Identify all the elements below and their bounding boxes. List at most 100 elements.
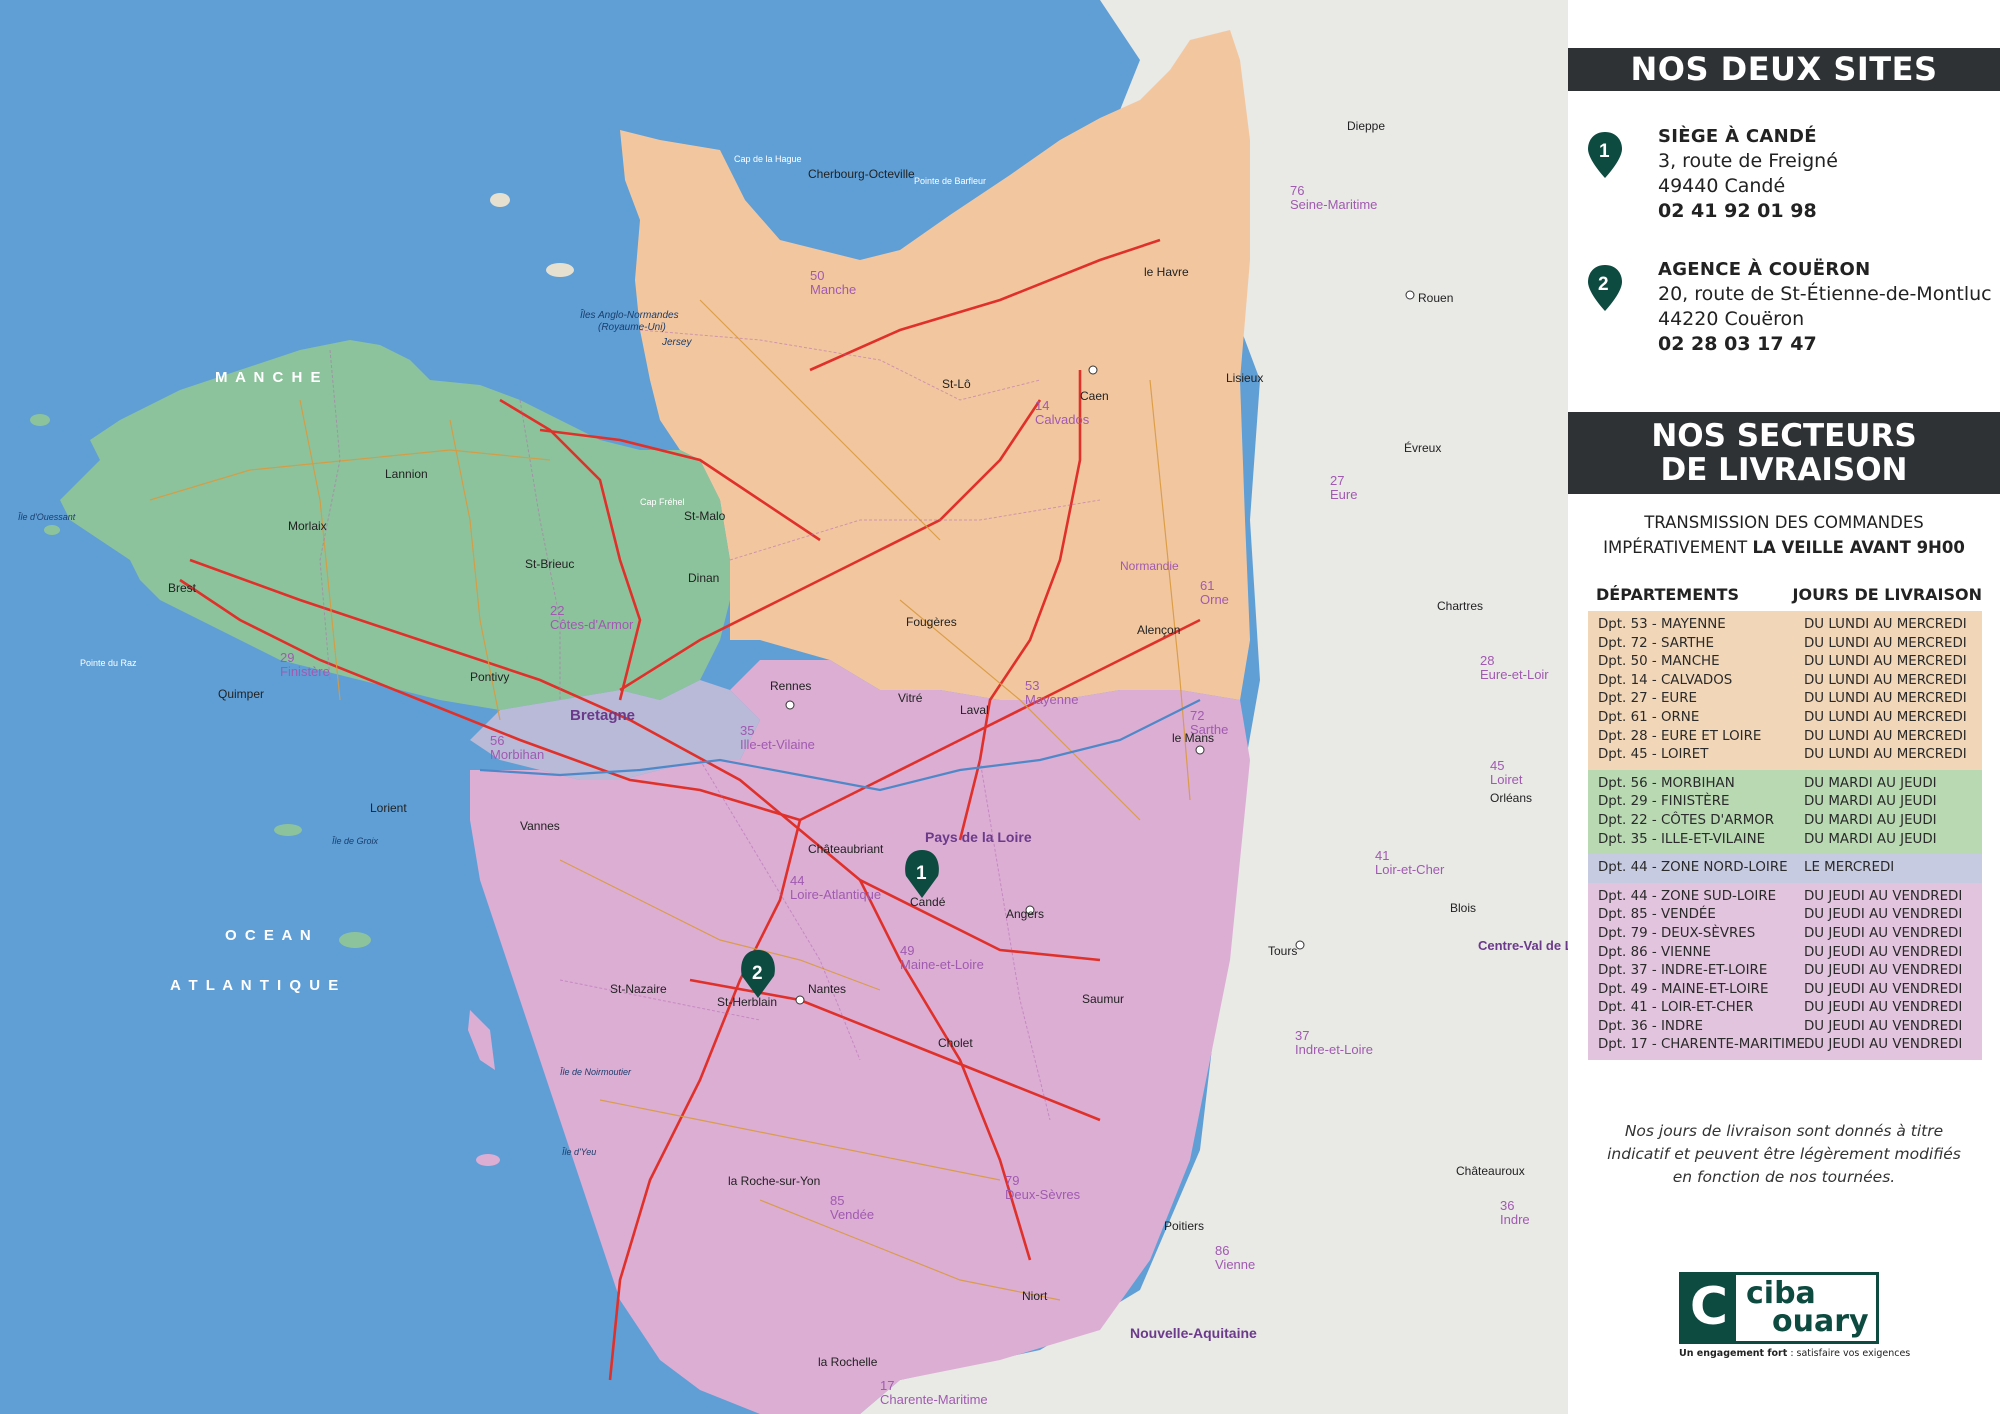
city-pontivy: Pontivy [470, 670, 509, 684]
row-department: Dpt. 28 - EURE ET LOIRE [1598, 728, 1762, 744]
table-row: Dpt. 53 - MAYENNE DU LUNDI AU MERCREDI [1588, 616, 1982, 635]
island-groix [274, 824, 302, 836]
dot-rennes [785, 700, 795, 710]
city-chateaubriant: Châteaubriant [808, 842, 884, 856]
city-blois: Blois [1450, 901, 1476, 915]
label-frehel: Cap Fréhel [640, 497, 685, 507]
delivery-map: M A N C H E O C E A N A T L A N T I Q U … [0, 0, 1568, 1414]
city-saint-malo: St-Malo [684, 509, 726, 523]
row-department: Dpt. 50 - MANCHE [1598, 654, 1720, 670]
city-nantes: Nantes [808, 982, 846, 996]
city-lorient: Lorient [370, 801, 407, 815]
row-department: Dpt. 37 - INDRE-ET-LOIRE [1598, 963, 1768, 979]
label-barfleur: Pointe de Barfleur [914, 176, 986, 186]
row-department: Dpt. 35 - ILLE-ET-VILAINE [1598, 831, 1766, 847]
label-hague: Cap de la Hague [734, 154, 802, 164]
city-cande: Candé [910, 895, 946, 909]
row-days: DU JEUDI AU VENDREDI [1804, 925, 1963, 941]
table-row: Dpt. 79 - DEUX-SÈVRES DU JEUDI AU VENDRED… [1588, 925, 1982, 944]
table-group: Dpt. 44 - ZONE SUD-LOIRE DU JEUDI AU VEND… [1588, 882, 1982, 1061]
city-saint-nazaire: St-Nazaire [610, 982, 667, 996]
row-department: Dpt. 44 - ZONE SUD-LOIRE [1598, 888, 1777, 904]
disclaimer-note: Nos jours de livraison sont donnés à tit… [1607, 1122, 1961, 1186]
sectors-banner: NOS SECTEURS DE LIVRAISON [1568, 412, 2000, 494]
city-tours: Tours [1268, 944, 1297, 958]
table-row: Dpt. 28 - EURE ET LOIRE DU LUNDI AU MERCR… [1588, 728, 1982, 747]
city-lisieux: Lisieux [1226, 371, 1263, 385]
row-days: DU LUNDI AU MERCREDI [1804, 672, 1967, 688]
city-saumur: Saumur [1082, 992, 1124, 1006]
row-department: Dpt. 72 - SARTHE [1598, 635, 1714, 651]
label-noirmoutier: Île de Noirmoutier [560, 1067, 632, 1077]
city-rennes: Rennes [770, 679, 811, 693]
transmission-line2a: IMPÉRATIVEMENT [1603, 538, 1753, 557]
row-department: Dpt. 36 - INDRE [1598, 1018, 1704, 1034]
table-row: Dpt. 56 - MORBIHAN DU MARDI AU JEUDI [1588, 775, 1982, 794]
city-dieppe: Dieppe [1347, 119, 1385, 133]
city-evreux: Évreux [1404, 440, 1441, 455]
row-days: DU MARDI AU JEUDI [1804, 775, 1937, 791]
city-cherbourg: Cherbourg-Octeville [808, 167, 915, 181]
label-region-centre: Centre-Val de Loire [1478, 938, 1568, 953]
table-row: Dpt. 35 - ILLE-ET-VILAINE DU MARDI AU JEU… [1588, 831, 1982, 850]
pin-1-number: 1 [1599, 141, 1610, 162]
label-manche: M A N C H E [215, 369, 323, 386]
pin-2-number: 2 [1598, 274, 1609, 295]
city-morlaix: Morlaix [288, 519, 327, 533]
label-royaume-uni: (Royaume-Uni) [598, 322, 666, 333]
city-la-roche: la Roche-sur-Yon [728, 1174, 820, 1188]
island-belle-ile [339, 932, 371, 948]
table-row: Dpt. 86 - VIENNE DU JEUDI AU VENDREDI [1588, 944, 1982, 963]
table-row: Dpt. 45 - LOIRET DU LUNDI AU MERCREDI [1588, 746, 1982, 765]
site-1-phone[interactable]: 02 41 92 01 98 [1658, 199, 1998, 224]
row-days: DU MARDI AU JEUDI [1804, 831, 1937, 847]
island-ouessant [30, 414, 50, 426]
city-rouen: Rouen [1418, 291, 1453, 305]
site-1-address1: 3, route de Freigné [1658, 150, 1838, 172]
site-2-address2: 44220 Couëron [1658, 308, 1805, 330]
city-vannes: Vannes [520, 819, 560, 833]
row-days: DU JEUDI AU VENDREDI [1804, 888, 1963, 904]
label-jersey: Jersey [661, 337, 692, 348]
delivery-table: DÉPARTEMENTS JOURS DE LIVRAISON Dpt. 53 … [1588, 585, 1982, 1061]
table-row: Dpt. 17 - CHARENTE-MARITIME DU JEUDI AU V… [1588, 1036, 1982, 1055]
row-department: Dpt. 44 - ZONE NORD-LOIRE [1598, 860, 1788, 876]
island-yeu [476, 1154, 500, 1166]
city-niort: Niort [1022, 1289, 1048, 1303]
city-la-rochelle: la Rochelle [818, 1355, 878, 1369]
city-le-mans: le Mans [1172, 731, 1214, 745]
label-region-normandie: Normandie [1120, 559, 1179, 573]
city-poitiers: Poitiers [1164, 1219, 1204, 1233]
row-days: DU MARDI AU JEUDI [1804, 812, 1937, 828]
table-row: Dpt. 50 - MANCHE DU LUNDI AU MERCREDI [1588, 653, 1982, 672]
label-raz: Pointe du Raz [80, 658, 137, 668]
city-alencon: Alençon [1137, 623, 1180, 637]
row-days: LE MERCREDI [1804, 860, 1895, 876]
city-orleans: Orléans [1490, 791, 1532, 805]
site-2-name: AGENCE À COUËRON [1658, 259, 1871, 280]
transmission-notice: TRANSMISSION DES COMMANDES IMPÉRATIVEMEN… [1568, 510, 2000, 560]
table-row: Dpt. 22 - CÔTES D'ARMOR DU MARDI AU JEUDI [1588, 812, 1982, 831]
table-row: Dpt. 37 - INDRE-ET-LOIRE DU JEUDI AU VEND… [1588, 962, 1982, 981]
label-yeu: Île d'Yeu [562, 1147, 596, 1157]
site-1-address2: 49440 Candé [1658, 175, 1786, 197]
row-days: DU JEUDI AU VENDREDI [1804, 1037, 1963, 1053]
city-saint-herblain: St-Herblain [717, 995, 777, 1009]
label-region-pdl: Pays de la Loire [925, 829, 1032, 845]
row-department: Dpt. 17 - CHARENTE-MARITIME [1598, 1037, 1805, 1053]
row-days: DU JEUDI AU VENDREDI [1804, 963, 1963, 979]
island-jersey [546, 263, 574, 277]
row-department: Dpt. 14 - CALVADOS [1598, 672, 1733, 688]
sites-banner: NOS DEUX SITES [1568, 48, 2000, 91]
label-ocean: O C E A N [225, 927, 313, 944]
label-anglo-normandes: Îles Anglo-Normandes [580, 308, 679, 321]
table-row: Dpt. 44 - ZONE NORD-LOIRE LE MERCREDI [1588, 859, 1982, 878]
transmission-line1: TRANSMISSION DES COMMANDES [1644, 513, 1924, 532]
city-laval: Laval [960, 703, 989, 717]
city-lannion: Lannion [385, 467, 428, 481]
row-department: Dpt. 61 - ORNE [1598, 709, 1700, 725]
table-row: Dpt. 72 - SARTHE DU LUNDI AU MERCREDI [1588, 635, 1982, 654]
site-2-phone[interactable]: 02 28 03 17 47 [1658, 332, 1998, 357]
logo-mark: C [1682, 1275, 1736, 1341]
table-row: Dpt. 41 - LOIR-ET-CHER DU JEUDI AU VENDRE… [1588, 999, 1982, 1018]
